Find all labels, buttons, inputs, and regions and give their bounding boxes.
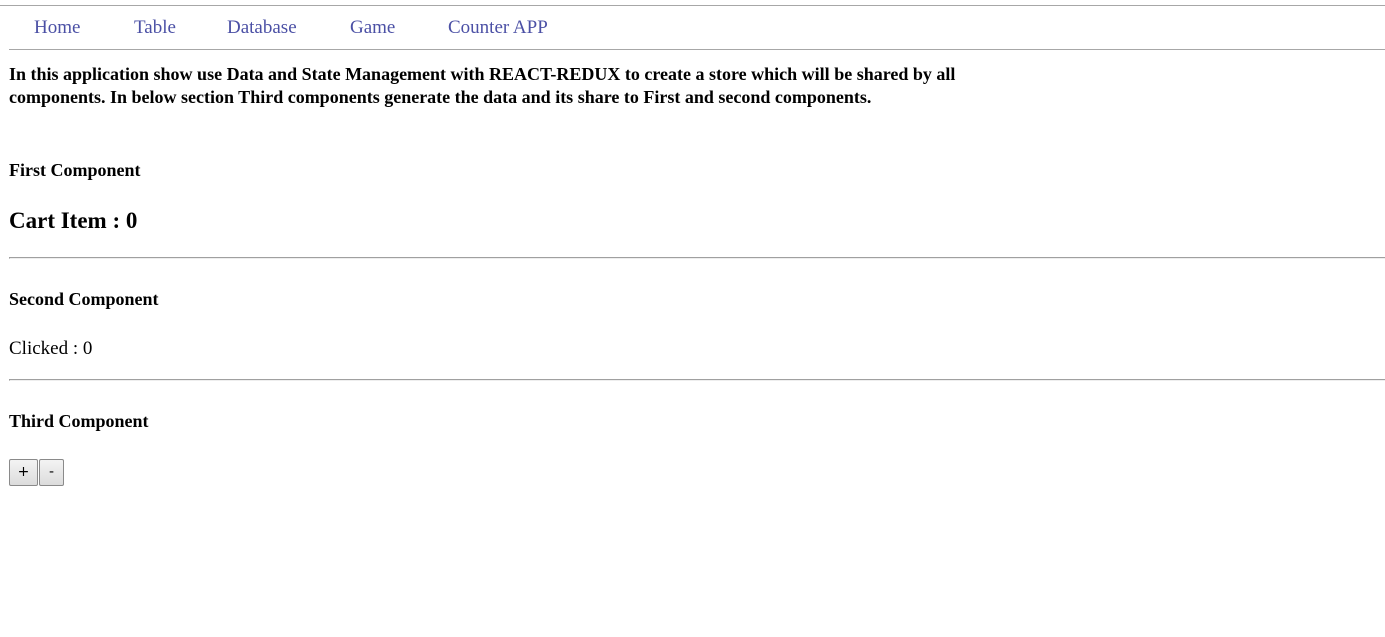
section-divider: [9, 379, 1385, 381]
clicked-count: Clicked : 0: [9, 338, 93, 359]
nav-link-game[interactable]: Game: [350, 16, 395, 40]
cart-item-count: Cart Item : 0: [9, 208, 138, 233]
first-component-title: First Component: [9, 160, 141, 180]
section-divider: [9, 257, 1385, 259]
nav-link-counter-app[interactable]: Counter APP: [448, 16, 548, 40]
increment-button[interactable]: +: [9, 459, 38, 486]
intro-text: In this application show use Data and St…: [9, 64, 956, 107]
decrement-button[interactable]: -: [39, 459, 64, 486]
second-component-title: Second Component: [9, 289, 159, 309]
nav-link-database[interactable]: Database: [227, 16, 297, 40]
nav-link-table[interactable]: Table: [134, 16, 176, 40]
main-nav: Home Table Database Game Counter APP: [9, 16, 1385, 42]
top-border: [0, 5, 1385, 6]
nav-divider: [9, 49, 1385, 50]
nav-link-home[interactable]: Home: [34, 16, 80, 40]
third-component-title: Third Component: [9, 411, 149, 431]
